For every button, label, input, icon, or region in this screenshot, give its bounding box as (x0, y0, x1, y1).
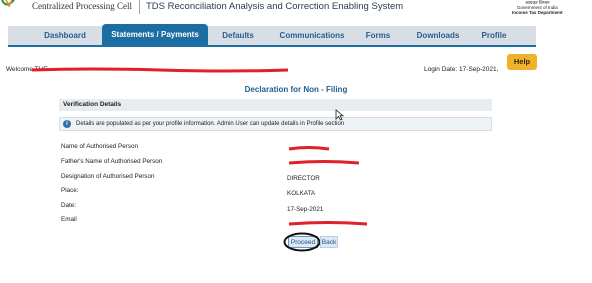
main-nav: Dashboard Statements / Payments Defaults… (8, 24, 536, 47)
login-date: Login Date: 17-Sep-2021, (424, 66, 499, 73)
designation-label: Designation of Authorised Person (61, 173, 155, 180)
logo-emblem-icon (1, 0, 15, 8)
place-label: Place: (61, 187, 79, 194)
info-message: Details are populated as per your profil… (59, 117, 492, 131)
nav-defaults[interactable]: Defaults (213, 26, 263, 45)
place-value: KOLKATA (287, 190, 316, 197)
org-name: Centralized Processing Cell (32, 1, 132, 11)
father-name-label: Father's Name of Authorised Person (61, 158, 163, 165)
date-value: 17-Sep-2021 (287, 206, 324, 213)
redaction-mark (288, 160, 360, 165)
help-button[interactable]: Help (507, 54, 537, 70)
info-icon: i (63, 120, 71, 128)
designation-value: DIRECTOR (287, 175, 320, 182)
government-branding: आयकर विभाग Government of India Income Ta… (512, 0, 563, 15)
nav-communications[interactable]: Communications (270, 26, 354, 45)
auth-person-label: Name of Authorised Person (61, 143, 139, 150)
page-title: Declaration for Non - Filing (244, 85, 348, 94)
nav-statements-payments[interactable]: Statements / Payments (102, 24, 208, 45)
date-label: Date: (61, 202, 77, 209)
highlight-circle (283, 232, 321, 252)
header-divider (139, 0, 140, 14)
nav-downloads[interactable]: Downloads (406, 26, 470, 45)
redaction-mark (288, 221, 368, 226)
email-label: Email (61, 216, 77, 223)
redaction-mark (288, 146, 330, 151)
nav-dashboard[interactable]: Dashboard (30, 26, 100, 45)
nav-forms[interactable]: Forms (358, 26, 398, 45)
mouse-cursor-icon (335, 109, 344, 121)
back-button[interactable]: Back (320, 236, 338, 248)
nav-profile[interactable]: Profile (474, 26, 514, 45)
redaction-mark (31, 67, 289, 73)
gov-line2: Income Tax Department (512, 10, 563, 15)
system-title: TDS Reconciliation Analysis and Correcti… (146, 1, 404, 12)
verification-header: Verification Details (59, 99, 492, 111)
